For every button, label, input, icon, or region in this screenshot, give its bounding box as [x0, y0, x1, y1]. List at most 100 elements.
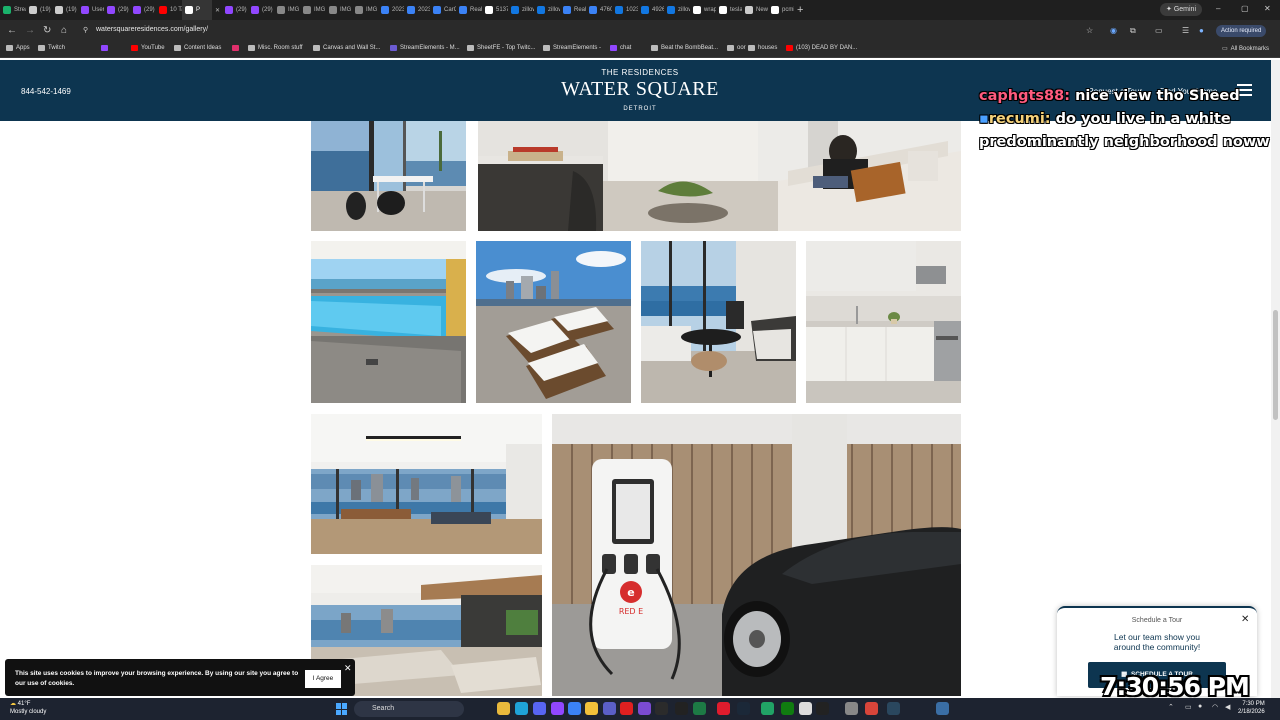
- gallery-photo-ev-charger[interactable]: e RED E: [552, 414, 961, 696]
- browser-tab[interactable]: IMG: [274, 0, 300, 20]
- tray-chevron-icon[interactable]: ⌃: [1168, 703, 1174, 711]
- weather-widget[interactable]: ☁ 41°F Mostly cloudy: [10, 700, 46, 716]
- browser-tab[interactable]: Real: [456, 0, 482, 20]
- network-icon[interactable]: ▭: [1185, 703, 1192, 711]
- browser-tab[interactable]: 4760: [586, 0, 612, 20]
- browser-tab[interactable]: Real: [560, 0, 586, 20]
- browser-tab[interactable]: 2023: [378, 0, 404, 20]
- opera-icon[interactable]: [717, 702, 730, 715]
- maximize-icon[interactable]: ▢: [1241, 4, 1249, 13]
- gallery-photo-living-room[interactable]: [478, 121, 961, 231]
- site-info-icon[interactable]: ⚲: [83, 26, 88, 34]
- browser-tab[interactable]: 1023: [612, 0, 638, 20]
- browser-tab[interactable]: 4926: [638, 0, 664, 20]
- gallery-photo-indoor-pool[interactable]: [311, 241, 466, 403]
- browser-tab[interactable]: IMG: [326, 0, 352, 20]
- taskbar-search[interactable]: Search: [354, 701, 464, 717]
- home-icon[interactable]: ⌂: [61, 25, 67, 37]
- browser-tab[interactable]: (29): [130, 0, 156, 20]
- bookmark-item[interactable]: oor: [727, 45, 746, 51]
- mail-icon[interactable]: [568, 702, 581, 715]
- browser-tab[interactable]: (29): [248, 0, 274, 20]
- teams-icon[interactable]: [603, 702, 616, 715]
- bookmark-item[interactable]: [232, 45, 242, 51]
- bookmark-item[interactable]: SheetFE - Top Twitc...: [467, 45, 535, 51]
- bookmark-item[interactable]: Canvas and Wall St...: [313, 45, 380, 51]
- chrome-icon[interactable]: [497, 702, 510, 715]
- close-window-icon[interactable]: ✕: [1264, 4, 1271, 13]
- browser-tab[interactable]: zillow: [534, 0, 560, 20]
- profile-avatar[interactable]: ●: [1199, 26, 1204, 35]
- new-tab-icon[interactable]: +: [794, 0, 812, 20]
- scrollbar-thumb[interactable]: [1273, 310, 1278, 420]
- browser-tab[interactable]: (19): [26, 0, 52, 20]
- forward-icon[interactable]: →: [25, 25, 35, 37]
- wifi-icon[interactable]: ◠: [1212, 703, 1218, 711]
- bookmark-item[interactable]: [101, 45, 111, 51]
- xbox-icon[interactable]: [781, 702, 794, 715]
- twitch-icon[interactable]: [551, 702, 564, 715]
- browser-tab[interactable]: zillow: [508, 0, 534, 20]
- bookmark-item[interactable]: houses: [748, 45, 777, 51]
- obs-icon[interactable]: [655, 702, 668, 715]
- acrobat-icon[interactable]: [620, 702, 633, 715]
- bookmark-item[interactable]: chat: [610, 45, 631, 51]
- gallery-photo-bedroom-view[interactable]: [641, 241, 796, 403]
- browser-tab[interactable]: IMG: [300, 0, 326, 20]
- bookmark-item[interactable]: Content Ideas: [174, 45, 221, 51]
- discord-icon[interactable]: [533, 702, 546, 715]
- close-icon[interactable]: ✕: [344, 663, 352, 674]
- browser-tab[interactable]: IMG: [352, 0, 378, 20]
- extension-icon[interactable]: ◉: [1110, 26, 1117, 35]
- steam-alt-icon[interactable]: [887, 702, 900, 715]
- extensions-puzzle-icon[interactable]: ⧉: [1130, 26, 1136, 36]
- gallery-photo-clubroom[interactable]: [311, 414, 542, 554]
- browser-tab[interactable]: wrap: [690, 0, 716, 20]
- excel-icon[interactable]: [693, 702, 706, 715]
- terminal-icon[interactable]: [675, 702, 688, 715]
- browser-tab[interactable]: Strea: [0, 0, 26, 20]
- calculator-icon[interactable]: [936, 702, 949, 715]
- browser-tab[interactable]: CarG: [430, 0, 456, 20]
- gallery-photo-dining-view[interactable]: [311, 121, 466, 231]
- bookmark-item[interactable]: (103) DEAD BY DAN...: [786, 45, 857, 51]
- browser-tab[interactable]: (29): [222, 0, 248, 20]
- gemini-button[interactable]: ✦ Gemini: [1160, 3, 1203, 16]
- browser-tab[interactable]: 2023: [404, 0, 430, 20]
- bookmark-item[interactable]: StreamElements - M...: [390, 45, 460, 51]
- bookmark-item[interactable]: YouTube: [131, 45, 165, 51]
- settings-icon[interactable]: [845, 702, 858, 715]
- close-icon[interactable]: ✕: [1241, 614, 1249, 625]
- capcut-icon[interactable]: [799, 702, 812, 715]
- cookie-agree-button[interactable]: I Agree: [305, 670, 341, 688]
- browser-tab[interactable]: 5137: [482, 0, 508, 20]
- browser-tab[interactable]: zillow: [664, 0, 690, 20]
- browser-tab[interactable]: pcmi: [768, 0, 794, 20]
- spreadsheet-icon[interactable]: [761, 702, 774, 715]
- tab-close-icon[interactable]: ✕: [212, 0, 222, 20]
- browser-tab[interactable]: 10 Ta: [156, 0, 182, 20]
- bookmark-item[interactable]: Misc. Room stuff: [248, 45, 303, 51]
- url-field[interactable]: watersquareresidences.com/gallery/: [96, 26, 208, 33]
- browser-tab[interactable]: (19): [52, 0, 78, 20]
- bookmark-item[interactable]: Beat the BombBeat...: [651, 45, 718, 51]
- gallery-photo-kitchen[interactable]: [806, 241, 961, 403]
- steam-icon[interactable]: [737, 702, 750, 715]
- close-app-icon[interactable]: [865, 702, 878, 715]
- bookmark-item[interactable]: StreamElements -: [543, 45, 601, 51]
- page-scrollbar[interactable]: [1271, 60, 1280, 698]
- bookmark-item[interactable]: Twitch: [38, 45, 65, 51]
- file-explorer-icon[interactable]: [585, 702, 598, 715]
- browser-tab[interactable]: New: [742, 0, 768, 20]
- gallery-photo-rooftop-lounge[interactable]: [476, 241, 631, 403]
- browser-tab[interactable]: User: [78, 0, 104, 20]
- system-clock[interactable]: 7:30 PM 2/18/2026: [1238, 700, 1265, 716]
- action-required-button[interactable]: Action required: [1216, 25, 1267, 37]
- reload-icon[interactable]: ↻: [43, 25, 51, 37]
- back-icon[interactable]: ←: [7, 25, 17, 37]
- bookmark-item[interactable]: Apps: [6, 45, 30, 51]
- edge-icon[interactable]: [515, 702, 528, 715]
- browser-tab[interactable]: (29): [104, 0, 130, 20]
- app-icon[interactable]: [816, 702, 829, 715]
- windows-start-icon[interactable]: [336, 703, 348, 715]
